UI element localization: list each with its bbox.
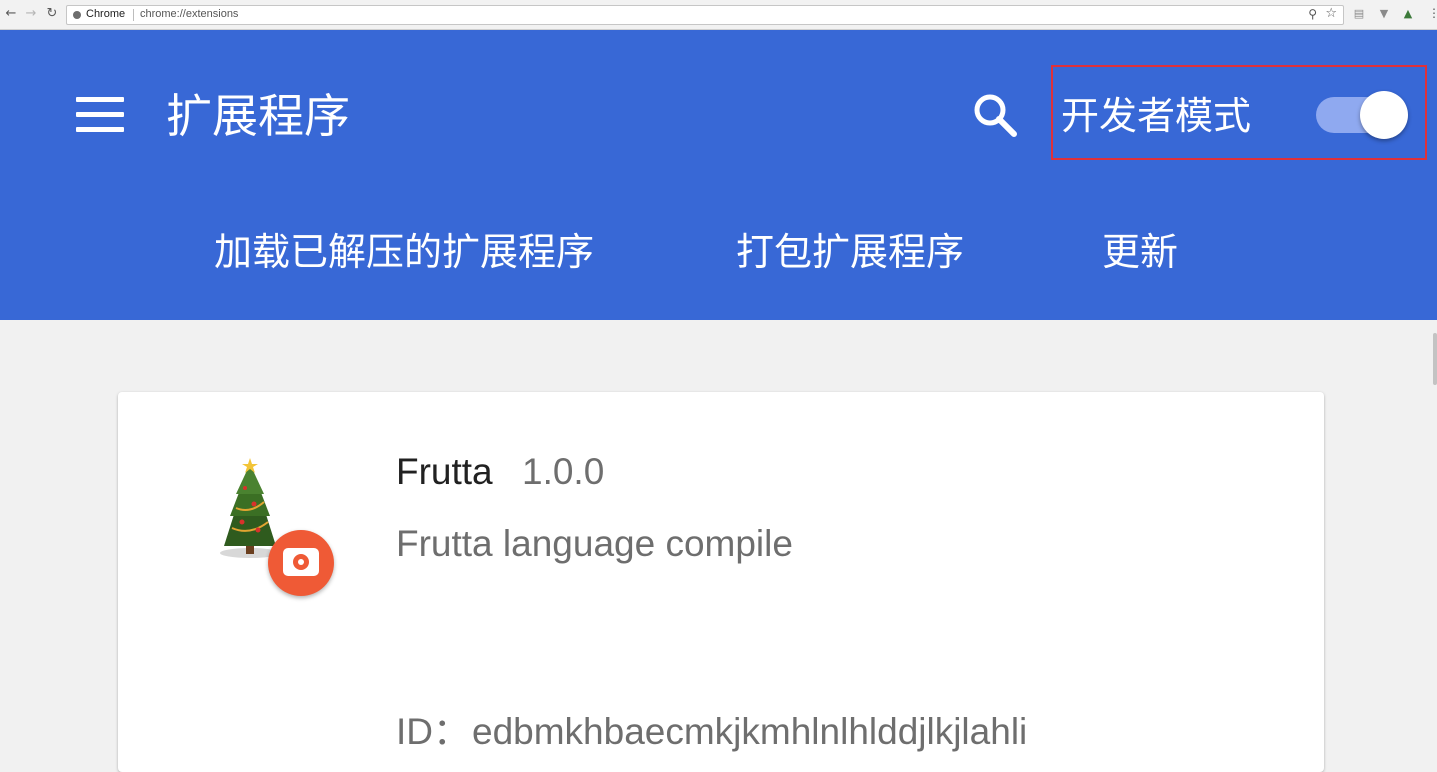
extension-id-label: ID： xyxy=(396,711,470,752)
star-icon[interactable]: ☆ xyxy=(1325,6,1337,21)
reload-icon[interactable]: ↻ xyxy=(45,6,59,22)
zoom-icon[interactable]: ⚲ xyxy=(1308,7,1317,21)
scrollbar[interactable] xyxy=(1431,320,1437,762)
dev-mode-label: 开发者模式 xyxy=(1061,94,1252,138)
extension-description: Frutta language compile xyxy=(396,523,793,564)
extension-icon[interactable]: ▼ xyxy=(1378,8,1390,20)
extension-version: 1.0.0 xyxy=(522,451,605,492)
separator xyxy=(133,9,134,21)
hamburger-menu-icon[interactable] xyxy=(76,97,124,133)
menu-icon[interactable]: ⋮ xyxy=(1428,6,1437,20)
page-title: 扩展程序 xyxy=(166,89,350,143)
extension-card: Frutta 1.0.0 Frutta language compile ID：… xyxy=(118,392,1324,772)
origin-label: Chrome xyxy=(86,8,126,20)
search-icon[interactable] xyxy=(970,90,1020,140)
url-text[interactable]: chrome://extensions xyxy=(140,8,238,20)
address-bar[interactable]: Chrome chrome://extensions ⚲ ☆ xyxy=(66,5,1344,25)
extensions-header: 扩展程序 开发者模式 加载已解压的扩展程序 打包扩展程序 更新 xyxy=(0,30,1437,320)
christmas-tree-icon xyxy=(218,458,338,598)
extension-name: Frutta xyxy=(396,451,493,492)
pack-extension-button[interactable]: 打包扩展程序 xyxy=(736,226,964,278)
extension-icon[interactable]: ▤ xyxy=(1353,8,1365,20)
extension-id: edbmkhbaecmkjkmhlnlhlddjlkjlahli xyxy=(472,711,1028,752)
update-button[interactable]: 更新 xyxy=(1102,226,1178,278)
forward-icon[interactable]: → xyxy=(24,6,38,22)
load-unpacked-button[interactable]: 加载已解压的扩展程序 xyxy=(214,226,594,278)
scrollbar-thumb[interactable] xyxy=(1433,333,1437,385)
browser-toolbar: ← → ↻ Chrome chrome://extensions ⚲ ☆ ▤ ▼… xyxy=(0,0,1437,30)
dev-mode-toggle[interactable] xyxy=(1316,91,1408,139)
toggle-knob xyxy=(1360,91,1408,139)
chrome-icon xyxy=(73,11,81,19)
tree-extension-icon[interactable]: ▲ xyxy=(1402,8,1414,20)
unpacked-extension-badge-icon xyxy=(268,530,334,596)
back-icon[interactable]: ← xyxy=(4,6,18,22)
